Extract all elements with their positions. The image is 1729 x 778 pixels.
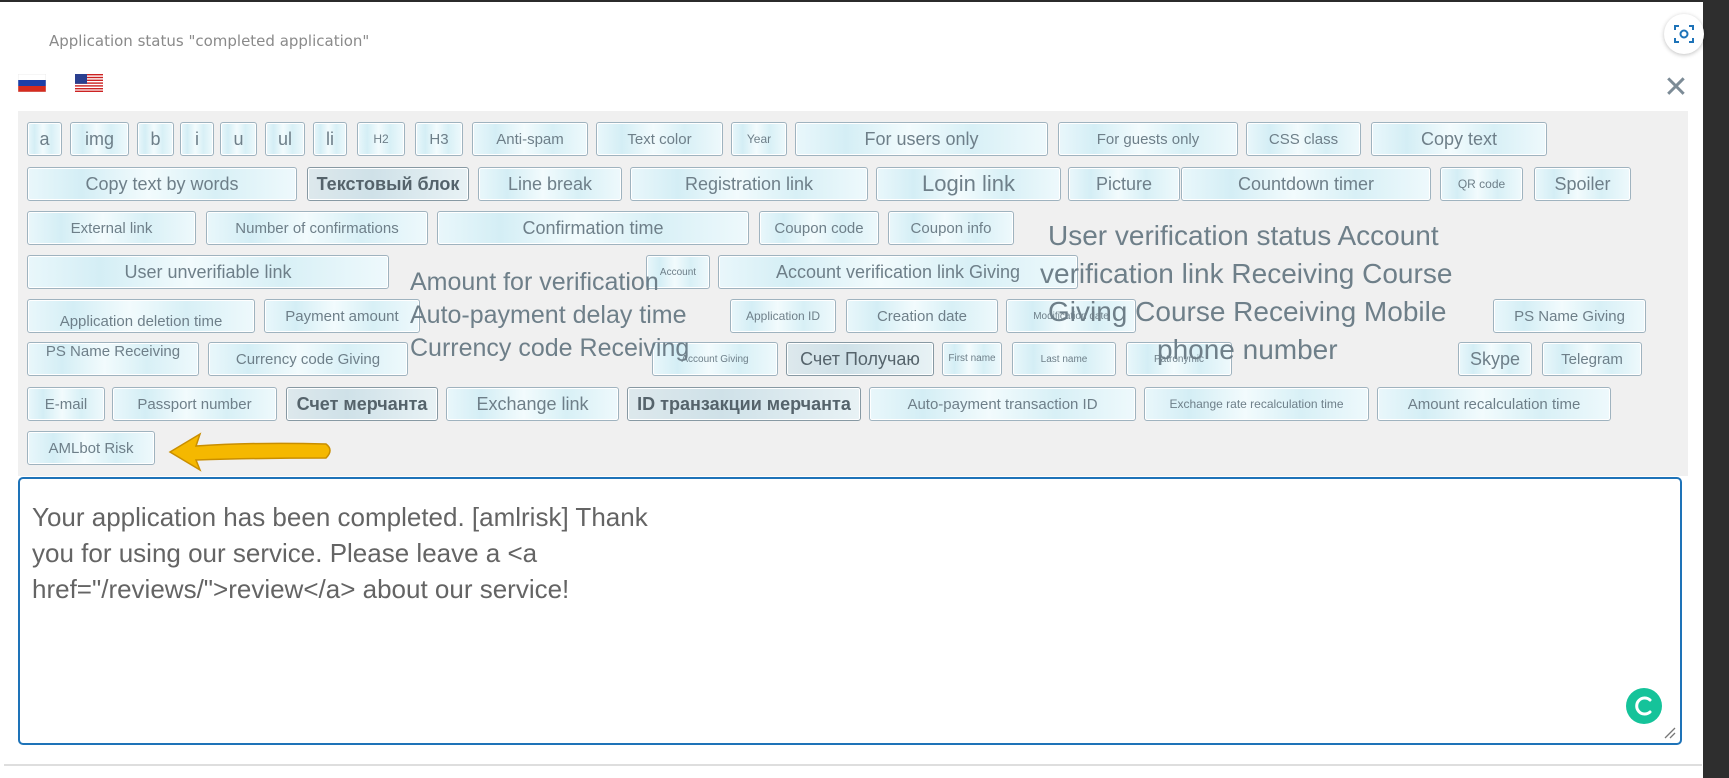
tag-button[interactable]: For guests only xyxy=(1058,122,1238,156)
tag-button[interactable]: First name xyxy=(942,342,1002,376)
tag-button[interactable]: Coupon info xyxy=(888,211,1014,245)
tag-button[interactable]: Account verification link Giving xyxy=(718,255,1078,289)
tag-button[interactable]: Number of confirmations xyxy=(206,211,428,245)
tag-button[interactable]: Auto-payment transaction ID xyxy=(869,387,1136,421)
tag-button[interactable]: Line break xyxy=(478,167,622,201)
tag-button[interactable]: Anti-spam xyxy=(472,122,588,156)
tag-button[interactable]: Copy text by words xyxy=(27,167,297,201)
usa-flag-icon[interactable] xyxy=(75,74,103,92)
tag-button[interactable]: Exchange link xyxy=(446,387,619,421)
overflow-label[interactable]: User verification status Account xyxy=(1048,220,1439,252)
close-icon[interactable]: ✕ xyxy=(1656,68,1696,108)
resize-handle-icon[interactable] xyxy=(1662,725,1676,739)
tag-button[interactable]: Creation date xyxy=(846,299,998,333)
tag-button[interactable]: u xyxy=(220,122,257,156)
tag-button[interactable]: a xyxy=(27,122,62,156)
tag-button[interactable]: i xyxy=(180,122,214,156)
tag-button[interactable]: Login link xyxy=(876,167,1061,201)
capture-icon xyxy=(1674,25,1694,43)
language-tabs xyxy=(4,64,1652,106)
tag-button[interactable]: Last name xyxy=(1012,342,1116,376)
overflow-label[interactable]: Auto-payment delay time xyxy=(410,301,687,330)
tag-button[interactable]: Spoiler xyxy=(1534,167,1631,201)
tag-button[interactable]: Exchange rate recalculation time xyxy=(1144,387,1369,421)
tag-button[interactable]: Text color xyxy=(596,122,723,156)
editor-line: you for using our service. Please leave … xyxy=(32,538,538,568)
tag-button[interactable]: H3 xyxy=(415,122,463,156)
overflow-label[interactable]: verification link Receiving Course xyxy=(1040,258,1452,290)
tag-button[interactable]: Countdown timer xyxy=(1181,167,1431,201)
russia-flag-icon[interactable] xyxy=(18,74,46,92)
screenshot-button[interactable] xyxy=(1664,14,1704,54)
editor-content: Your application has been completed. [am… xyxy=(32,499,732,607)
tag-button[interactable]: CSS class xyxy=(1246,122,1361,156)
tag-button[interactable]: User unverifiable link xyxy=(27,255,389,289)
tag-button[interactable]: PS Name Receiving xyxy=(27,342,199,376)
refresh-arc-icon xyxy=(1635,696,1652,716)
shortcode-toolbar xyxy=(18,111,1688,476)
editor-line: Your application has been completed. [am… xyxy=(32,502,648,532)
tag-button[interactable]: Счет мерчанта xyxy=(286,387,438,421)
overflow-label[interactable]: Currency code Receiving xyxy=(410,334,689,363)
tag-button[interactable]: Currency code Giving xyxy=(208,342,408,376)
tag-button[interactable]: img xyxy=(70,122,129,156)
tag-button[interactable]: Payment amount xyxy=(264,299,420,333)
tag-button[interactable]: li xyxy=(313,122,347,156)
tag-button[interactable]: QR code xyxy=(1440,167,1523,201)
tag-button[interactable]: b xyxy=(137,122,174,156)
tag-button[interactable]: Coupon code xyxy=(759,211,879,245)
editor-line: href="/reviews/">review</a> about our se… xyxy=(32,574,570,604)
tag-button[interactable]: Copy text xyxy=(1371,122,1547,156)
message-textarea[interactable]: Your application has been completed. [am… xyxy=(18,477,1682,745)
tag-button[interactable]: ID транзакции мерчанта xyxy=(627,387,861,421)
tag-button[interactable]: Year xyxy=(731,122,787,156)
tag-button[interactable]: PS Name Giving xyxy=(1493,299,1646,333)
tag-button[interactable]: Skype xyxy=(1458,342,1532,376)
tag-button[interactable]: ul xyxy=(265,122,305,156)
tag-button[interactable]: Application ID xyxy=(730,299,836,333)
tag-button[interactable]: H2 xyxy=(357,122,405,156)
tag-button[interactable]: Application deletion time xyxy=(27,299,255,333)
tag-button[interactable]: Telegram xyxy=(1542,342,1642,376)
dialog-title: Application status "completed applicatio… xyxy=(49,32,370,50)
tag-button[interactable]: Amount recalculation time xyxy=(1377,387,1611,421)
tag-button[interactable]: Confirmation time xyxy=(437,211,749,245)
tag-button[interactable]: Счет Получаю xyxy=(786,342,934,376)
tag-button[interactable]: External link xyxy=(27,211,196,245)
tag-button[interactable]: E-mail xyxy=(27,387,105,421)
tag-button[interactable]: For users only xyxy=(795,122,1048,156)
window-right-edge xyxy=(1703,0,1729,778)
grammar-checker-icon[interactable] xyxy=(1626,688,1662,724)
overflow-label[interactable]: phone number xyxy=(1157,334,1338,366)
arrow-annotation-icon xyxy=(168,432,331,472)
overflow-label[interactable]: Giving Course Receiving Mobile xyxy=(1048,296,1446,328)
tag-button[interactable]: Passport number xyxy=(112,387,277,421)
tag-button[interactable]: Текстовый блок xyxy=(307,167,469,201)
overflow-label[interactable]: Amount for verification xyxy=(410,268,659,297)
tag-button[interactable]: Registration link xyxy=(630,167,868,201)
tag-button[interactable]: Picture xyxy=(1068,167,1180,201)
amlbot-risk-button[interactable]: AMLbot Risk xyxy=(27,431,155,465)
